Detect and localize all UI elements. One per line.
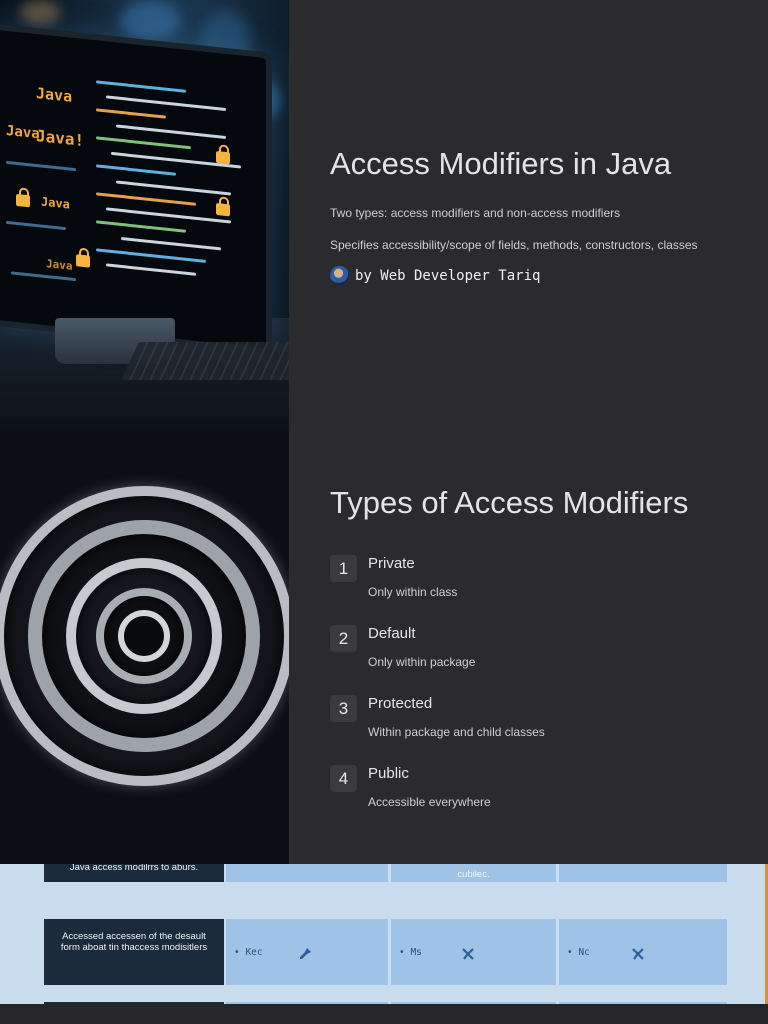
item-number-badge: 2 [330,625,357,652]
pin-icon [632,948,644,960]
item-number-badge: 1 [330,555,357,582]
table-header-text: Java access modilrrs to aburs. [69,864,199,873]
table-cell: • Nc [559,919,727,985]
intro-paragraph-types: Two types: access modifiers and non-acce… [330,206,621,220]
item-number-badge: 3 [330,695,357,722]
table-row-label-text: Accessed accessen of the desault form ab… [60,931,208,953]
table-cell: cubilec. [391,864,556,882]
table-cell-text: • Ms [399,947,422,958]
table-cell-text: cubilec. [457,869,490,880]
table-cell [559,864,727,882]
table-cell: • Kec [226,919,388,985]
author-byline: by Web Developer Tariq [330,266,540,285]
intro-paragraph-scope: Specifies accessibility/scope of fields,… [330,238,698,252]
section-title: Types of Access Modifiers [330,485,689,520]
table-cell: • Ms [391,919,556,985]
table-cell [226,864,388,882]
item-title: Private [368,555,415,572]
table-cell-text: • Nc [567,947,590,958]
item-description: Only within class [368,585,458,599]
item-title: Public [368,765,409,782]
table-row-label: Accessed accessen of the desault form ab… [44,919,224,985]
slide-title: Access Modifiers in Java [330,146,672,181]
item-description: Within package and child classes [368,725,545,739]
pin-icon [300,948,311,959]
java-code-monitor-image: Java Java Java! Java Java [0,0,289,432]
item-description: Accessible everywhere [368,795,491,809]
item-title: Default [368,625,416,642]
pin-icon [462,948,474,960]
author-name: by Web Developer Tariq [355,267,541,284]
footer-bar [0,1004,768,1024]
slide-table-preview: Java access modilrrs to aburs. cubilec. … [0,864,768,1004]
metallic-rings-image [0,432,289,864]
table-cell-text: • Kec [234,947,263,958]
item-description: Only within package [368,655,476,669]
item-number-badge: 4 [330,765,357,792]
slide-intro: Java Java Java! Java Java Access Modifie… [0,0,768,432]
author-avatar [330,266,349,285]
table-header-cell: Java access modilrrs to aburs. [44,864,224,882]
item-title: Protected [368,695,433,712]
